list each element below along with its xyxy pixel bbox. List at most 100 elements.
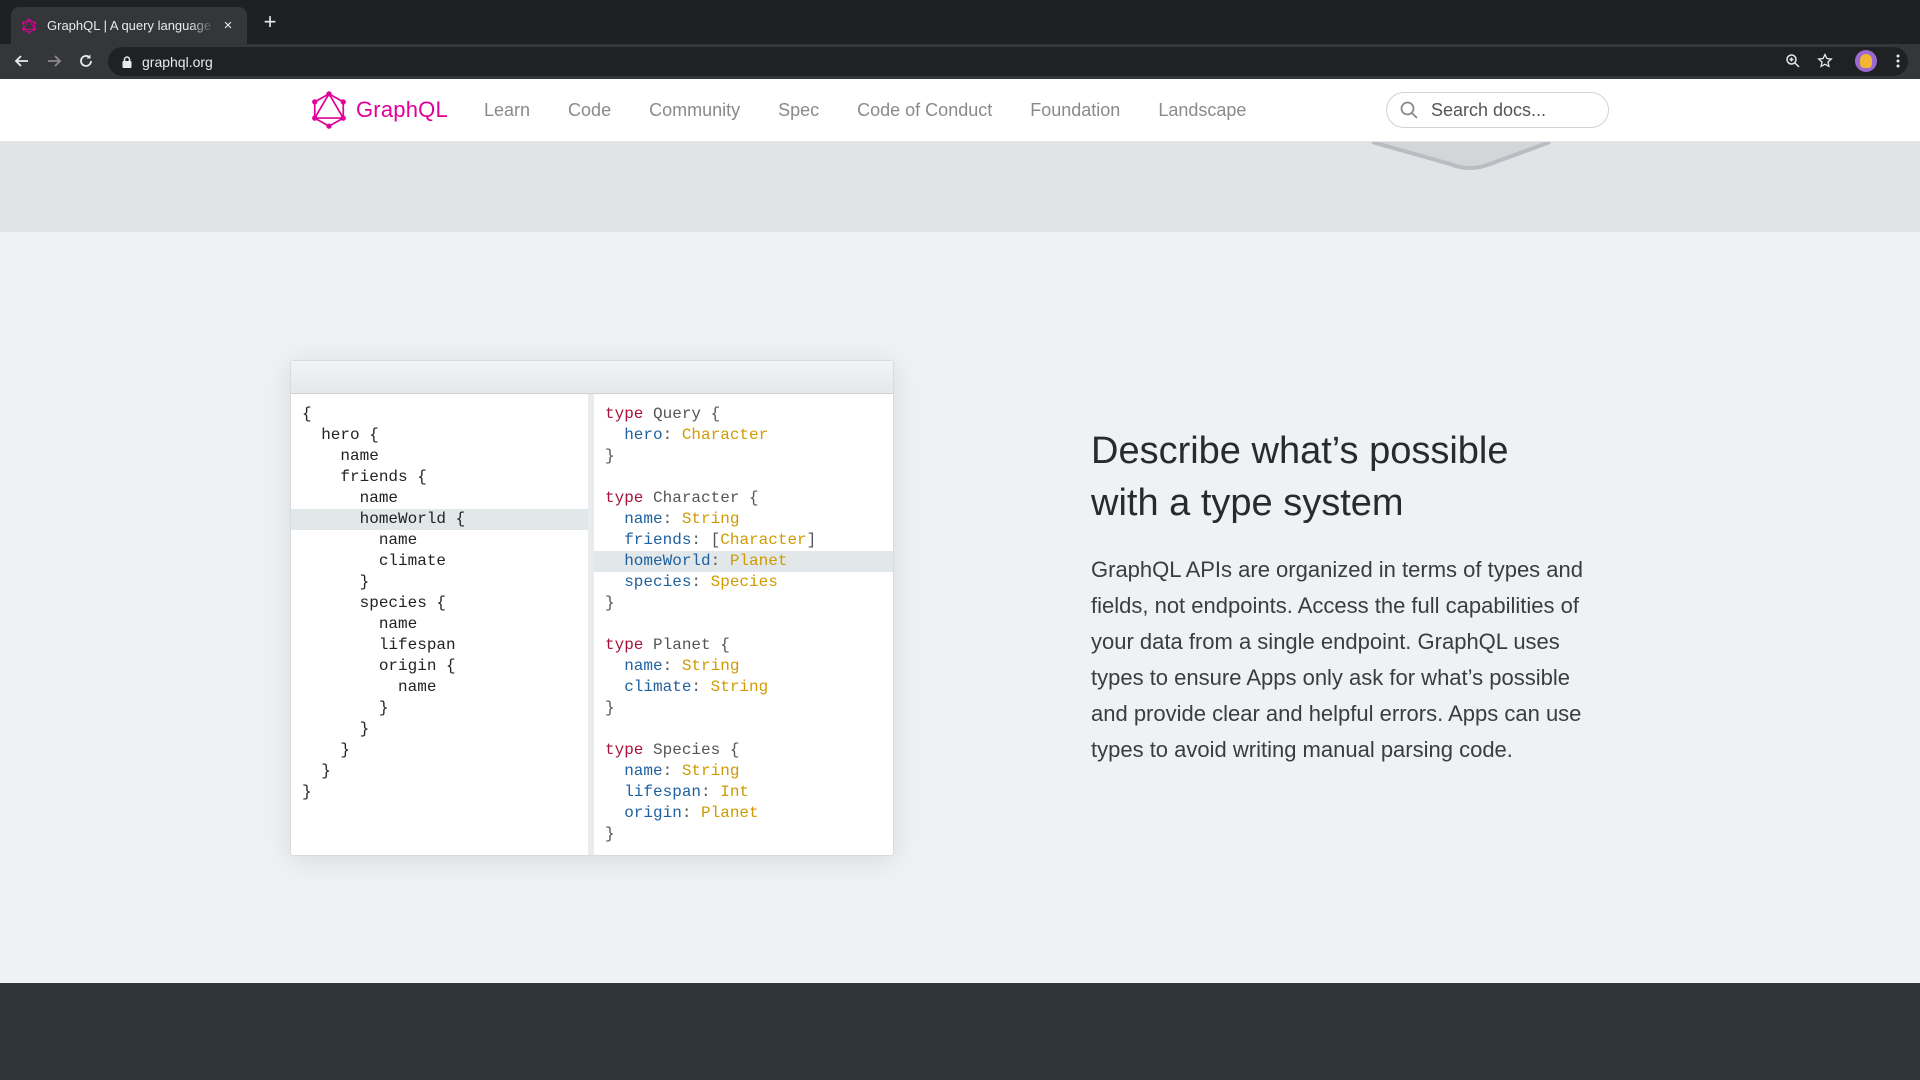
tab-title: GraphQL | A query language for your API: [47, 18, 215, 33]
query-code-line: name: [302, 615, 418, 633]
code-token: Planet {: [643, 636, 730, 654]
nav-community[interactable]: Community: [649, 100, 740, 121]
address-bar[interactable]: graphql.org: [108, 47, 1908, 76]
forward-button[interactable]: [42, 49, 66, 73]
schema-code-line: homeWorld: Planet: [594, 551, 893, 572]
graphql-favicon-icon: [22, 17, 36, 34]
schema-code-line: name: String: [594, 509, 893, 530]
code-token: String: [681, 510, 740, 528]
section-headline: Describe what’s possible with a type sys…: [1091, 425, 1651, 529]
tab-close-icon[interactable]: ×: [219, 17, 237, 34]
schema-code-line: name: String: [594, 761, 893, 782]
schema-code-line: [594, 719, 893, 740]
schema-code-line: }: [594, 824, 893, 845]
code-token: type: [605, 405, 644, 423]
zoom-button[interactable]: [1781, 49, 1805, 73]
nav-spec[interactable]: Spec: [778, 100, 819, 121]
code-token: :: [681, 804, 702, 822]
nav-code-of-conduct[interactable]: Code of Conduct: [857, 100, 992, 121]
zoom-icon: [1786, 54, 1800, 68]
schema-pane: type Query { hero: Character} type Chara…: [594, 394, 893, 855]
headline-line-1: Describe what’s possible: [1091, 430, 1509, 472]
code-token: lifespan: [624, 783, 702, 801]
next-section-band: [0, 983, 1920, 1080]
schema-code-line: type Species {: [594, 740, 893, 761]
query-code-line: name: [302, 678, 437, 696]
schema-code-line: [594, 614, 893, 635]
query-code-line: name: [302, 447, 379, 465]
reload-button[interactable]: [74, 49, 98, 73]
profile-button[interactable]: [1854, 49, 1878, 73]
search-input[interactable]: [1429, 98, 1603, 122]
menu-button[interactable]: [1886, 49, 1910, 73]
schema-code-line: [594, 467, 893, 488]
code-token: Int: [720, 783, 750, 801]
code-token: Query {: [643, 405, 721, 423]
url-text: graphql.org: [142, 53, 213, 70]
query-code-line: }: [302, 720, 370, 738]
query-code-line: }: [302, 783, 312, 801]
code-token: String: [710, 678, 769, 696]
code-token: }: [605, 699, 615, 717]
browser-tab[interactable]: GraphQL | A query language for your API …: [11, 7, 247, 44]
star-icon: [1817, 53, 1833, 68]
code-token: type: [605, 741, 644, 759]
code-window: { hero { name friends { name homeWorld {…: [290, 360, 894, 856]
code-token: Species: [710, 573, 778, 591]
code-token: type: [605, 636, 644, 654]
code-token: String: [681, 762, 740, 780]
schema-code-line: name: String: [594, 656, 893, 677]
schema-code-line: hero: Character: [594, 425, 893, 446]
query-code-line: species {: [302, 594, 447, 612]
query-code-line: }: [302, 741, 351, 759]
reload-icon: [80, 54, 92, 67]
new-tab-button[interactable]: +: [258, 10, 282, 34]
query-code-line: origin {: [302, 657, 456, 675]
logo-text: GraphQL: [356, 97, 448, 122]
code-token: :: [662, 510, 682, 528]
graphql-logo[interactable]: GraphQL: [310, 91, 448, 129]
nav-landscape[interactable]: Landscape: [1158, 100, 1246, 121]
nav-foundation[interactable]: Foundation: [1030, 100, 1120, 121]
arrow-left-icon: [14, 55, 28, 67]
query-code-line: }: [302, 762, 331, 780]
code-token: name: [624, 657, 663, 675]
bookmark-button[interactable]: [1813, 49, 1837, 73]
decorative-shape: [1371, 142, 1551, 170]
code-token: :: [710, 552, 730, 570]
code-token: Character {: [643, 489, 759, 507]
query-code-line: }: [302, 573, 370, 591]
code-token: hero: [624, 426, 663, 444]
query-pane: { hero { name friends { name homeWorld {…: [291, 394, 588, 855]
nav-code[interactable]: Code: [568, 100, 611, 121]
section-body: GraphQL APIs are organized in terms of t…: [1091, 557, 1584, 762]
back-button[interactable]: [10, 49, 34, 73]
code-token: Planet: [701, 804, 759, 822]
query-code-line: hero {: [302, 426, 379, 444]
code-window-titlebar: [291, 361, 893, 394]
graphql-logo-icon: [312, 91, 346, 129]
code-token: : [: [691, 531, 721, 549]
search-box[interactable]: [1386, 92, 1609, 128]
schema-code-line: lifespan: Int: [594, 782, 893, 803]
code-token: }: [605, 447, 615, 465]
schema-code-line: }: [594, 698, 893, 719]
code-token: }: [605, 825, 615, 843]
query-code-line: climate: [302, 552, 447, 570]
code-token: name: [624, 762, 663, 780]
schema-code-line: type Character {: [594, 488, 893, 509]
search-icon: [1400, 101, 1418, 119]
code-token: :: [691, 678, 711, 696]
query-code-line: {: [302, 405, 312, 423]
query-code-line: }: [302, 699, 389, 717]
schema-code: type Query { hero: Character} type Chara…: [594, 394, 893, 845]
nav-learn[interactable]: Learn: [484, 100, 530, 121]
schema-code-line: species: Species: [594, 572, 893, 593]
